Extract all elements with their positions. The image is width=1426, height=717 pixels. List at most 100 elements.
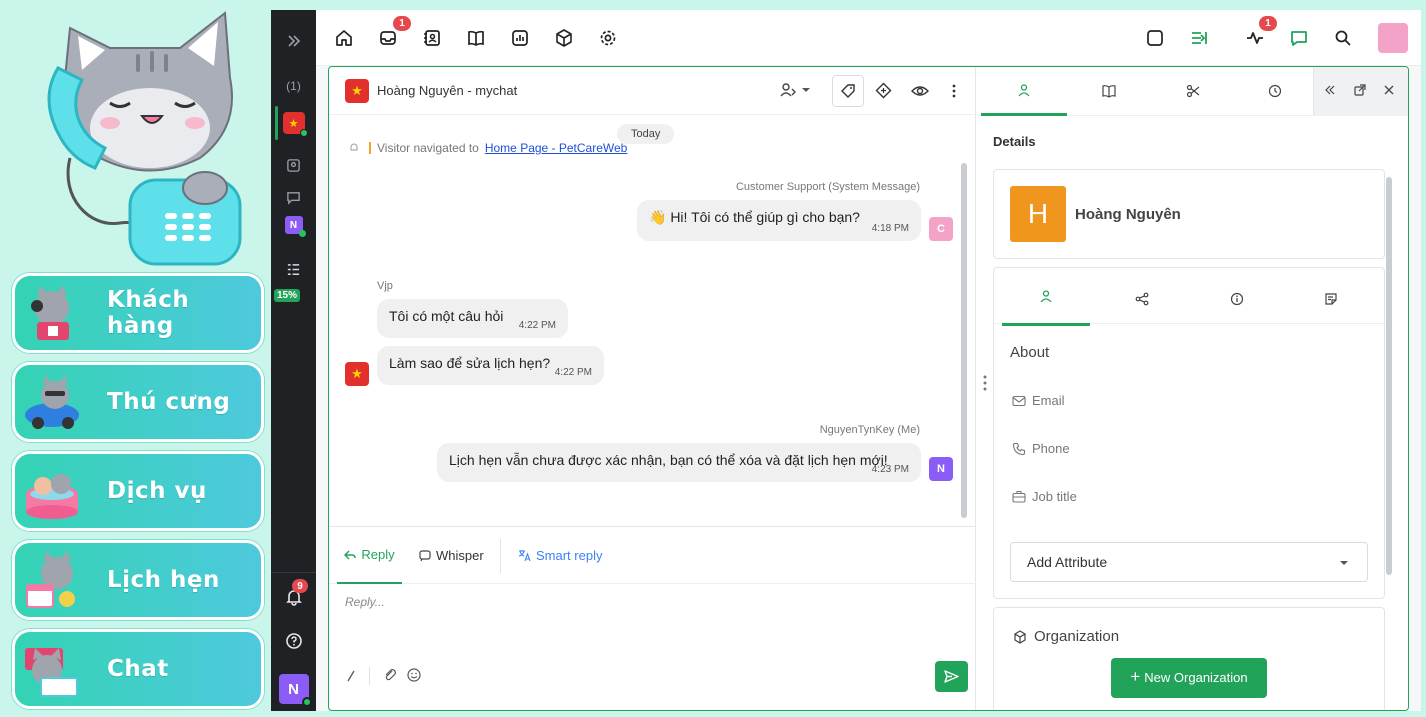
tasks-icon[interactable] xyxy=(271,260,316,278)
priority-diamond-icon[interactable] xyxy=(875,82,892,99)
organization-icon xyxy=(1013,629,1027,644)
notifications-button[interactable]: 9 xyxy=(271,579,316,609)
phone-field[interactable]: Phone xyxy=(1012,441,1070,456)
tab-contact-info[interactable] xyxy=(1002,268,1090,326)
reply-box: Reply Whisper Smart reply Reply... xyxy=(329,526,976,710)
new-organization-button[interactable]: + New Organization xyxy=(1111,658,1267,698)
sidebar-item-active-conversation[interactable]: ★ xyxy=(271,106,316,140)
cat-calendar-icon xyxy=(26,551,75,608)
button-label: New Organization xyxy=(1144,670,1248,685)
tab-reply[interactable]: Reply xyxy=(337,527,402,584)
settings-gear-icon[interactable] xyxy=(597,27,619,49)
job-title-field[interactable]: Job title xyxy=(1012,489,1077,504)
field-label: Email xyxy=(1032,393,1065,408)
message-sender: NguyenTynKey (Me) xyxy=(819,424,920,436)
select-value: Add Attribute xyxy=(1027,554,1108,570)
share-icon[interactable] xyxy=(1135,292,1149,306)
message-time: 4:18 PM xyxy=(871,223,909,234)
activity-pulse-icon[interactable]: 1 xyxy=(1244,16,1277,49)
search-icon[interactable] xyxy=(1332,27,1354,49)
emoji-icon[interactable] xyxy=(407,668,421,682)
details-scrollbar[interactable] xyxy=(1386,177,1392,575)
assign-agent-dropdown[interactable] xyxy=(779,81,811,99)
tab-smart-reply[interactable]: Smart reply xyxy=(518,527,602,584)
details-heading: Details xyxy=(993,134,1036,149)
home-icon[interactable] xyxy=(333,27,355,49)
eye-icon[interactable] xyxy=(911,82,929,100)
reply-input[interactable]: Reply... xyxy=(345,595,385,609)
menu-chat-button[interactable]: Chat xyxy=(12,629,264,709)
reply-arrow-icon xyxy=(344,550,357,559)
translate-icon xyxy=(518,550,531,562)
tab-contact-details[interactable] xyxy=(981,67,1067,116)
signature-slash-icon[interactable] xyxy=(345,669,357,683)
label-tag-button[interactable] xyxy=(832,75,864,107)
menu-dich-vu-button[interactable]: Dịch vụ xyxy=(12,451,264,531)
organization-title: Organization xyxy=(1034,628,1120,645)
menu-khach-hang-button[interactable]: Khách hàng xyxy=(12,273,264,353)
cat-service-icon xyxy=(26,474,78,519)
plus-icon: + xyxy=(1130,667,1141,686)
attachment-icon[interactable] xyxy=(383,668,397,682)
message-sender: Vjp xyxy=(377,280,393,292)
progress-badge: 15% xyxy=(274,289,301,302)
contact-flag-avatar: ★ xyxy=(345,362,369,386)
book-icon[interactable] xyxy=(1102,84,1116,98)
tab-whisper[interactable]: Whisper xyxy=(419,527,484,584)
cat-pet-icon xyxy=(25,375,79,429)
more-options-icon[interactable] xyxy=(951,82,957,100)
help-icon xyxy=(285,633,302,649)
contacts-book-icon[interactable] xyxy=(421,27,443,49)
contacts-icon[interactable] xyxy=(271,156,316,174)
sidebar-user-avatar[interactable]: N xyxy=(271,214,316,237)
cat-phone-mascot xyxy=(30,8,250,266)
message-bubble: Tôi có một câu hỏi 4:22 PM xyxy=(377,299,568,338)
history-clock-icon[interactable] xyxy=(1268,84,1282,98)
help-button[interactable] xyxy=(271,630,316,652)
menu-thu-cung-button[interactable]: Thú cưng xyxy=(12,362,264,442)
activity-badge: 1 xyxy=(1259,16,1277,31)
email-field[interactable]: Email xyxy=(1012,393,1065,408)
visitor-event: Visitor navigated to Home Page - PetCare… xyxy=(349,141,627,155)
profile-avatar-button[interactable]: N xyxy=(271,674,316,707)
info-icon[interactable] xyxy=(1230,292,1244,306)
user-icon xyxy=(1018,84,1030,97)
chat-bubble-icon[interactable] xyxy=(1288,27,1310,49)
message-icon[interactable] xyxy=(271,188,316,206)
campaigns-cube-icon[interactable] xyxy=(553,27,575,49)
cat-customer-icon xyxy=(31,286,69,340)
chat-scrollbar[interactable] xyxy=(961,163,967,518)
agent-avatar: C xyxy=(929,217,953,241)
send-button[interactable] xyxy=(935,661,968,692)
message-time: 4:22 PM xyxy=(518,320,556,331)
collapse-chevrons-left-icon[interactable] xyxy=(1324,84,1336,96)
knowledge-book-icon[interactable] xyxy=(465,27,487,49)
expand-sidebar-button[interactable] xyxy=(271,30,316,52)
field-label: Job title xyxy=(1032,489,1077,504)
message-sender: Customer Support (System Message) xyxy=(735,181,920,193)
details-panel: Details H Hoàng Nguyên About Email Phone… xyxy=(977,67,1408,710)
menu-lich-hen-button[interactable]: Lịch hẹn xyxy=(12,540,264,620)
app-sidebar: (1) ★ N 15% 9 N xyxy=(271,10,316,711)
notes-icon[interactable] xyxy=(1324,292,1338,306)
visitor-event-link[interactable]: Home Page - PetCareWeb xyxy=(485,141,628,155)
message-text: Làm sao để sửa lịch hẹn? xyxy=(389,354,551,371)
send-icon xyxy=(944,670,959,683)
reports-icon[interactable] xyxy=(509,27,531,49)
toggle-sidebar-icon[interactable] xyxy=(1188,27,1210,49)
conversation-panel: ★ Hoàng Nguyên - mychat Today Visitor na… xyxy=(328,66,1409,711)
tag-icon xyxy=(841,84,855,98)
close-icon[interactable] xyxy=(1383,84,1395,96)
square-layout-icon[interactable] xyxy=(1144,27,1166,49)
open-external-icon[interactable] xyxy=(1354,84,1366,96)
organization-heading: Organization xyxy=(1012,628,1119,645)
macros-scissors-icon[interactable] xyxy=(1186,84,1200,98)
add-attribute-select[interactable]: Add Attribute xyxy=(1010,542,1368,582)
inbox-icon[interactable]: 1 xyxy=(377,16,411,49)
message-bubble: Lịch hẹn vẫn chưa được xác nhận, bạn có … xyxy=(437,443,921,482)
visitor-event-text: Visitor navigated to xyxy=(377,141,479,155)
vietnam-flag-icon: ★ xyxy=(345,79,369,103)
menu-label: Khách hàng xyxy=(107,287,190,339)
briefcase-icon xyxy=(1012,490,1026,503)
user-avatar[interactable] xyxy=(1378,23,1408,53)
